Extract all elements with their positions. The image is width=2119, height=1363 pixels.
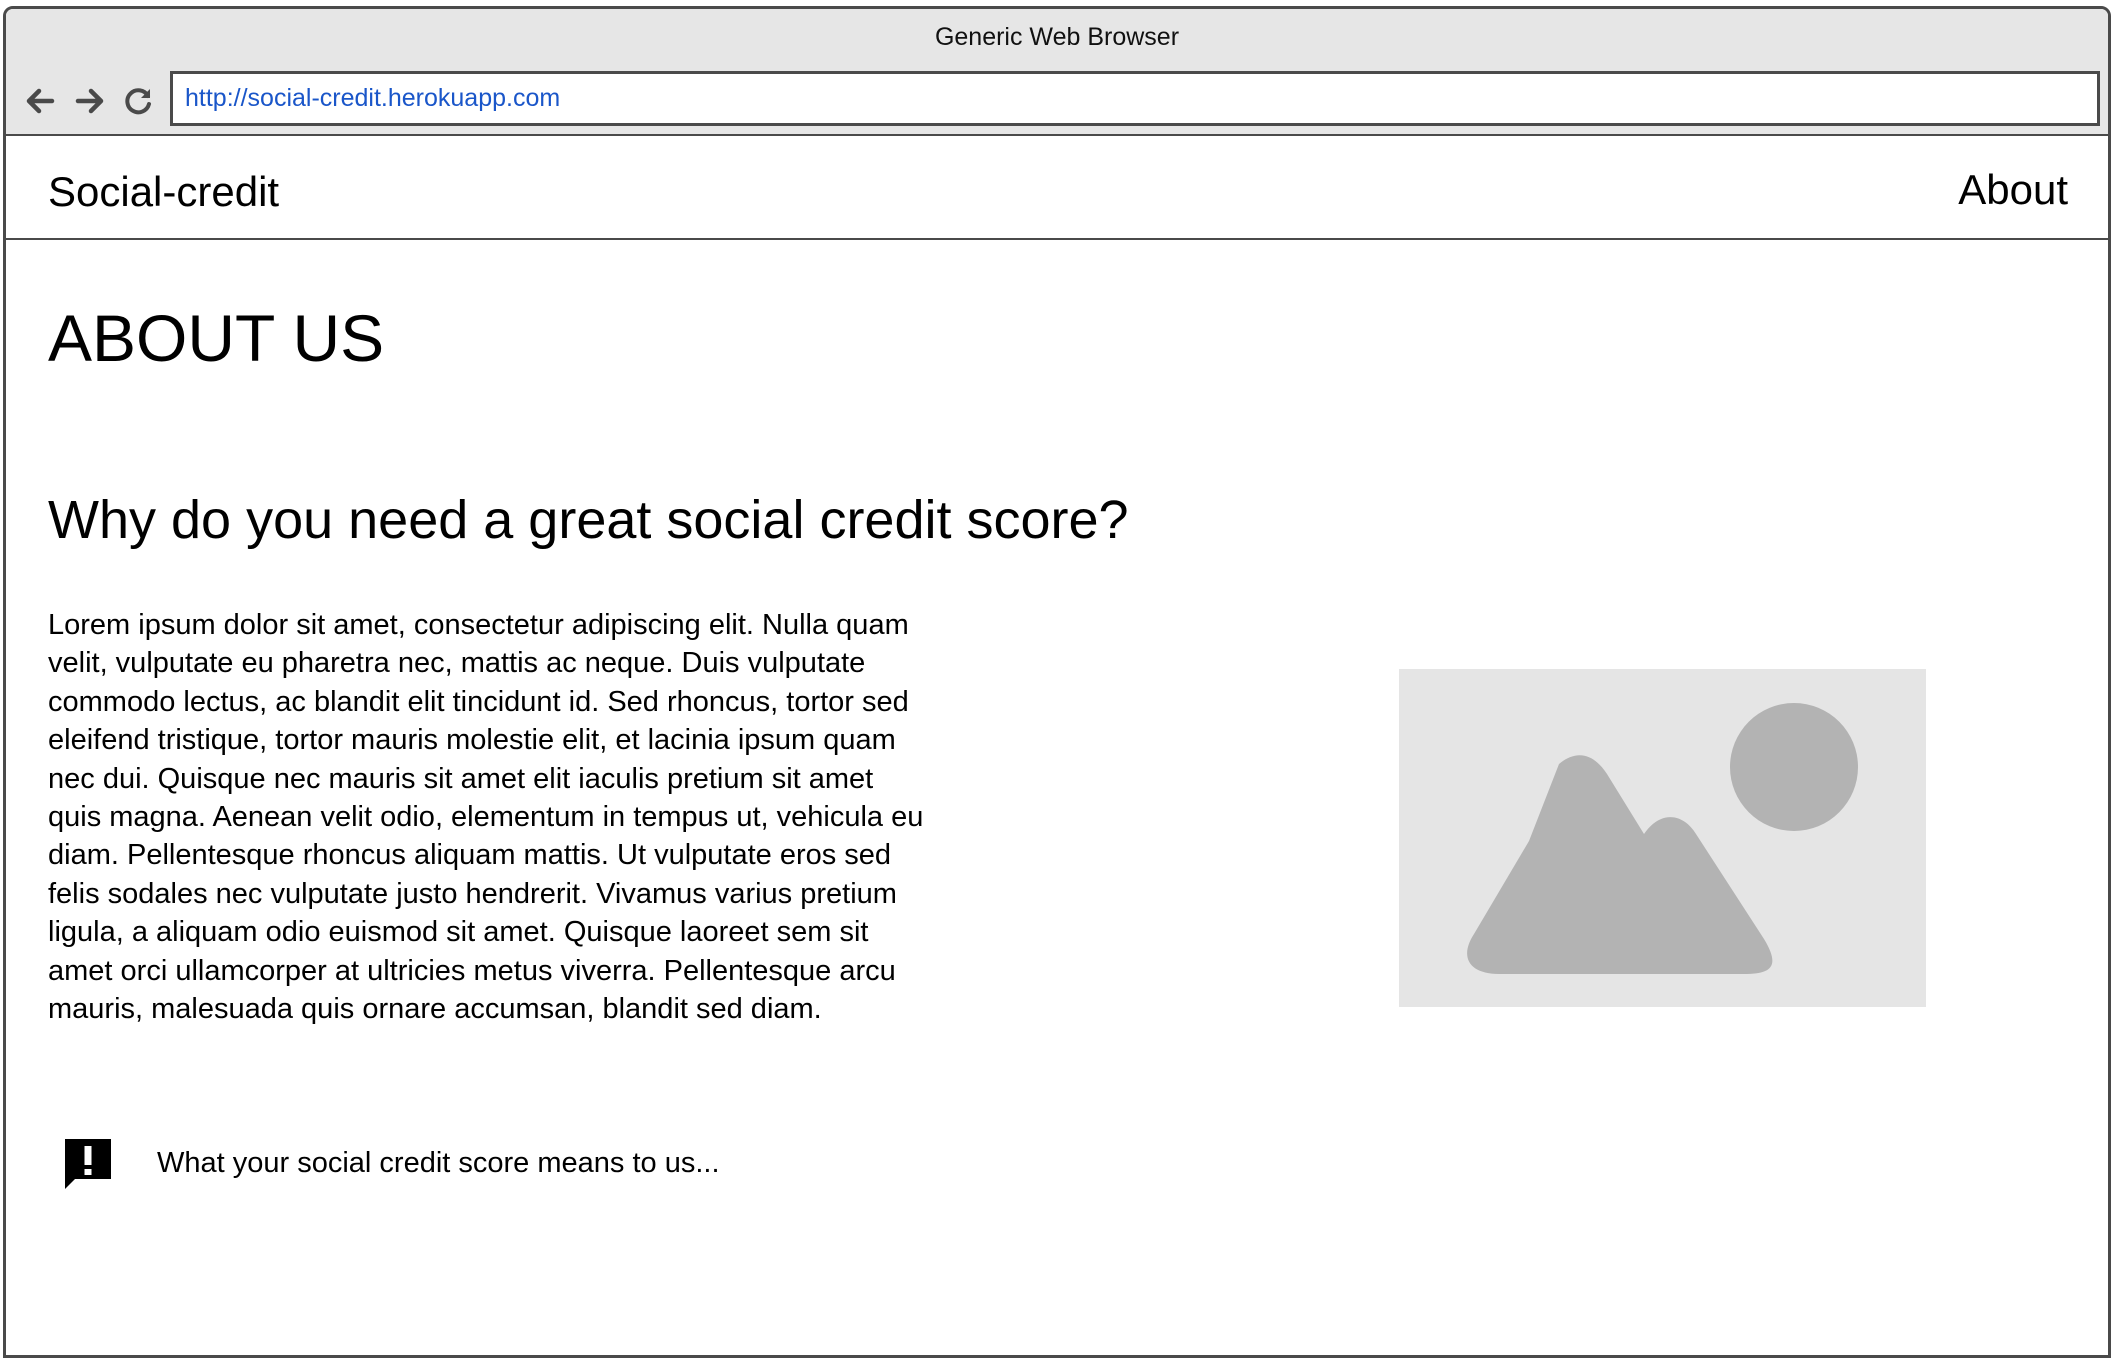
nav-link-about[interactable]: About: [1958, 166, 2068, 214]
brand-link[interactable]: Social-credit: [48, 168, 279, 216]
notice-link[interactable]: What your social credit score means to u…: [157, 1147, 720, 1180]
forward-button[interactable]: [70, 81, 110, 121]
exclamation-comment-icon: [65, 1139, 111, 1189]
notice-row: What your social credit score means to u…: [61, 1135, 720, 1191]
browser-window: Generic Web Browser Social-credit About …: [3, 6, 2111, 1358]
page-title: ABOUT US: [48, 301, 385, 375]
reload-icon: [125, 88, 151, 115]
image-placeholder-icon: [1467, 703, 1858, 974]
body-paragraph: Lorem ipsum dolor sit amet, consectetur …: [48, 609, 924, 1026]
address-bar[interactable]: [170, 71, 2100, 126]
window-title: Generic Web Browser: [934, 23, 1180, 51]
browser-chrome: Generic Web Browser: [6, 9, 2108, 136]
arrow-right-icon: [75, 88, 104, 114]
back-button[interactable]: [20, 81, 60, 121]
section-heading: Why do you need a great social credit sc…: [48, 490, 1129, 550]
reload-button[interactable]: [119, 81, 159, 121]
image-placeholder: [1399, 669, 1926, 1007]
site-navbar: Social-credit About: [6, 136, 2108, 240]
arrow-left-icon: [26, 88, 55, 114]
